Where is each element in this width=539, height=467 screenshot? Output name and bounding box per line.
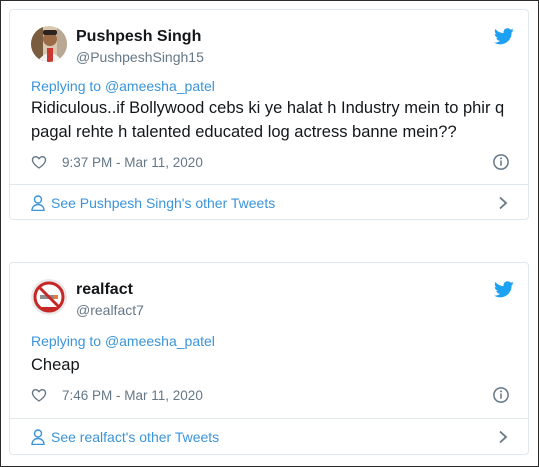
tweet-meta: 9:37 PM - Mar 11, 2020 [31, 153, 510, 173]
twitter-bird-icon[interactable] [494, 281, 514, 298]
mention-link[interactable]: @ameesha_patel [105, 78, 215, 94]
replying-prefix: Replying to [31, 333, 102, 349]
tweet-text: Ridiculous..if Bollywood cebs ki ye hala… [31, 99, 505, 141]
info-icon[interactable] [492, 153, 510, 171]
avatar[interactable] [31, 279, 67, 315]
heart-icon[interactable] [31, 154, 47, 170]
tweet-meta: 7:46 PM - Mar 11, 2020 [31, 386, 510, 406]
twitter-bird-icon[interactable] [494, 28, 514, 45]
replying-to: Replying to @ameesha_patel [31, 333, 215, 349]
info-icon[interactable] [492, 386, 510, 404]
author-name[interactable]: realfact [76, 281, 133, 299]
author-handle[interactable]: @PushpeshSingh15 [76, 49, 204, 65]
tweet-text: Cheap [31, 356, 80, 374]
avatar[interactable] [31, 26, 67, 62]
heart-icon[interactable] [31, 387, 47, 403]
replying-to: Replying to @ameesha_patel [31, 78, 215, 94]
chevron-right-icon [498, 430, 508, 444]
other-tweets-label[interactable]: See realfact's other Tweets [51, 429, 219, 445]
author-name[interactable]: Pushpesh Singh [76, 28, 201, 46]
replying-prefix: Replying to [31, 78, 102, 94]
tweet-timestamp[interactable]: 9:37 PM - Mar 11, 2020 [62, 155, 203, 170]
other-tweets-label[interactable]: See Pushpesh Singh's other Tweets [51, 195, 275, 211]
other-tweets-link[interactable]: See realfact's other Tweets [10, 419, 528, 455]
mention-link[interactable]: @ameesha_patel [105, 333, 215, 349]
chevron-right-icon [498, 196, 508, 210]
user-icon [31, 429, 45, 446]
other-tweets-link[interactable]: See Pushpesh Singh's other Tweets [10, 185, 528, 221]
tweet-card[interactable]: Pushpesh Singh @PushpeshSingh15 Replying… [9, 9, 529, 220]
tweet-timestamp[interactable]: 7:46 PM - Mar 11, 2020 [62, 388, 203, 403]
tweet-card[interactable]: realfact @realfact7 Replying to @ameesha… [9, 262, 529, 455]
author-handle[interactable]: @realfact7 [76, 302, 144, 318]
user-icon [31, 195, 45, 212]
